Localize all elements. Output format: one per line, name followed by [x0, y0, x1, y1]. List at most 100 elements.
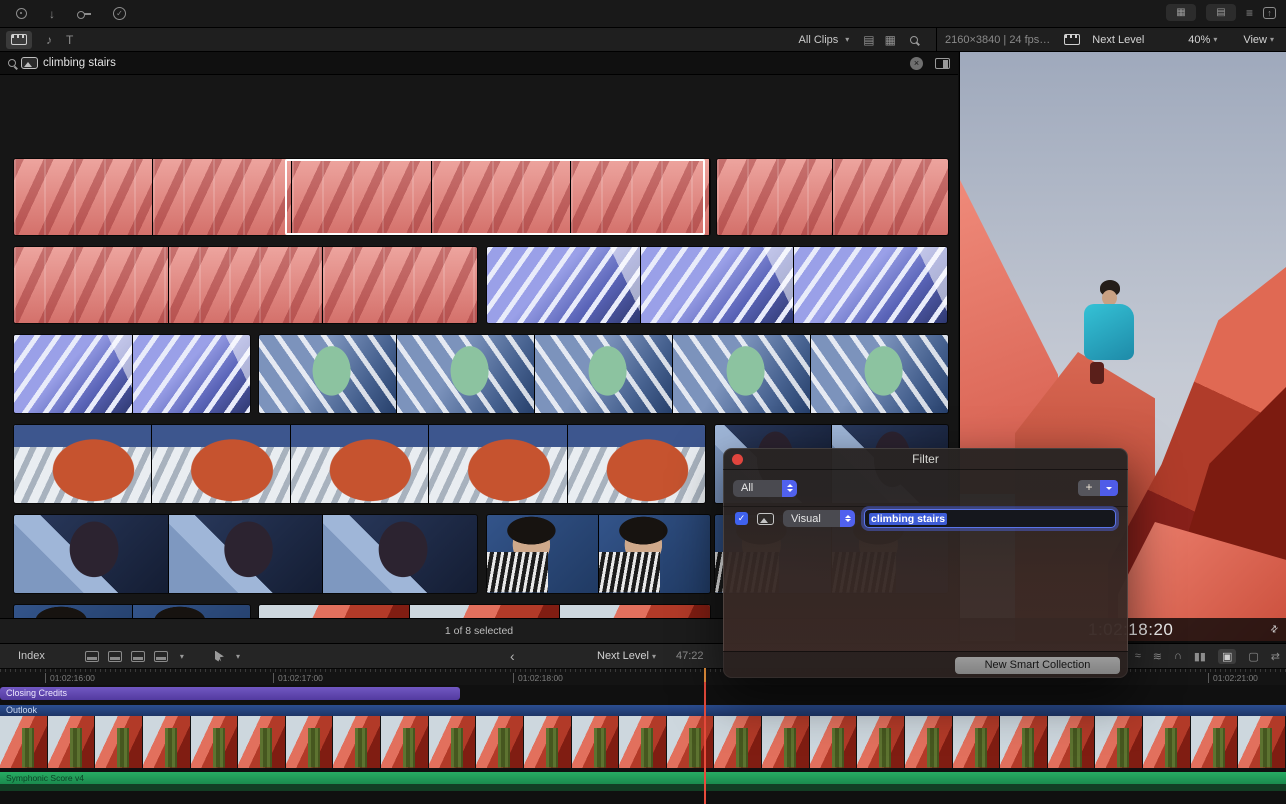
search-icon[interactable] [910, 36, 918, 44]
timeline-clip-frame [143, 716, 191, 768]
popup-stepper-icon [840, 510, 855, 527]
clip-filmstrip-redman[interactable] [14, 425, 705, 503]
filmstrip-view-button[interactable]: ▤ [863, 33, 874, 47]
search-query[interactable]: climbing stairs [43, 57, 116, 69]
connect-edit-icon[interactable] [85, 651, 99, 662]
viewer-view-popup[interactable]: View ▾ [1243, 34, 1274, 46]
viewer-image-person [1080, 280, 1138, 392]
audio-skimming-icon[interactable]: ≋ [1153, 650, 1162, 663]
chevron-down-icon[interactable]: ▾ [180, 652, 184, 661]
fit-icon[interactable]: ⇄ [1271, 650, 1280, 663]
chevron-down-icon[interactable]: ▾ [236, 652, 240, 661]
skimming-icon[interactable]: ≈ [1135, 650, 1141, 662]
clip-filmstrip-cacti[interactable] [259, 605, 710, 618]
share-icon[interactable]: ↑ [1263, 7, 1276, 19]
viewer-zoom-popup[interactable]: 40% ▾ [1188, 34, 1217, 46]
match-value: All [741, 482, 753, 494]
audio-meters-icon[interactable]: ▮▮ [1194, 650, 1206, 663]
key-icon[interactable] [77, 11, 91, 17]
clip-filmstrip-selfie[interactable] [487, 515, 710, 593]
check-circle-icon[interactable]: ✓ [113, 7, 126, 20]
timeline-clip-frame [953, 716, 1001, 768]
import-icon[interactable]: ↓ [49, 8, 55, 20]
clip-appearance-icon[interactable]: ▣ [1218, 649, 1236, 664]
clip-filmstrip-floral[interactable] [14, 515, 477, 593]
clip-frame [14, 159, 153, 235]
add-rule-chevron-button[interactable] [1100, 480, 1118, 496]
rule-enabled-checkbox[interactable]: ✓ [735, 512, 748, 525]
clip-filmstrip-blue[interactable] [14, 335, 250, 413]
timeline-project-name: Next Level [597, 650, 649, 662]
index-button[interactable]: Index [18, 650, 45, 662]
timeline-layout-button[interactable]: ▤ [1206, 4, 1236, 21]
ruler-timecode-label: 01:02:21:00 [1208, 673, 1258, 683]
monitor-icon[interactable]: ▢ [1248, 650, 1258, 663]
close-icon[interactable] [732, 454, 743, 465]
audio-waveform-body[interactable] [0, 784, 1286, 791]
titlebar: ↓ ✓ ▦ ▤ ≡ ↑ [0, 0, 1286, 28]
timeline-tracks: Closing Credits Outlook Symphonic Score … [0, 685, 1286, 804]
audio-clip-header[interactable]: Symphonic Score v4 [0, 772, 1286, 784]
timeline-clip-frame [381, 716, 429, 768]
outlook-filmstrip[interactable] [0, 716, 1286, 768]
filter-dialog[interactable]: Filter All + ✓ Visual climbing stairs [723, 448, 1128, 678]
browser-layout-button[interactable]: ▦ [1166, 4, 1196, 21]
clip-frame [487, 515, 599, 593]
add-rule-button[interactable]: + [1078, 480, 1100, 496]
expand-icon[interactable]: ⇅ [1268, 623, 1281, 636]
timeline-back-button[interactable]: ‹ [510, 648, 515, 664]
overwrite-edit-icon[interactable] [154, 651, 168, 662]
clip-filmstrip-pink[interactable] [717, 159, 948, 235]
clip-filmstrip-selfie[interactable] [14, 605, 250, 618]
select-tool-icon[interactable] [215, 651, 224, 662]
solo-headphones-icon[interactable]: ∩ [1174, 650, 1182, 662]
rule-text-selected: climbing stairs [869, 513, 947, 525]
clip-filmstrip-blue[interactable] [487, 247, 947, 323]
timeline-clip-frame [572, 716, 620, 768]
clip-filter-popup[interactable]: All Clips ▾ [799, 34, 850, 46]
clip-frame [152, 425, 290, 503]
timeline-clip-frame [905, 716, 953, 768]
clip-frame [14, 247, 169, 323]
new-smart-collection-button[interactable]: New Smart Collection [955, 657, 1120, 674]
grid-view-button[interactable]: ▦ [885, 33, 896, 47]
titles-generators-sidebar-icon[interactable]: T [66, 34, 73, 46]
timeline-project-popup[interactable]: Next Level ▾ [597, 650, 656, 662]
filter-window-button[interactable] [935, 58, 950, 69]
playhead[interactable] [704, 668, 706, 804]
search-clear-button[interactable]: × [910, 57, 923, 70]
clip-frame [133, 605, 251, 618]
match-popup[interactable]: All [733, 480, 797, 497]
rule-type-popup[interactable]: Visual [783, 510, 855, 527]
video-clip-header[interactable]: Outlook [0, 705, 1286, 716]
library-sidebar-button[interactable] [6, 31, 32, 49]
clip-frame [568, 425, 705, 503]
record-icon[interactable] [16, 8, 27, 19]
title-clip[interactable]: Closing Credits [0, 687, 460, 700]
clip-frame [169, 247, 324, 323]
clip-frame [14, 335, 133, 413]
timeline-clip-frame [1095, 716, 1143, 768]
selection-range[interactable] [285, 159, 705, 235]
clip-frame [14, 605, 133, 618]
clip-frame [811, 335, 948, 413]
timeline-clip-frame [619, 716, 667, 768]
clip-frame [153, 159, 292, 235]
insert-edit-icon[interactable] [108, 651, 122, 662]
timeline-clip-frame [48, 716, 96, 768]
timeline-clip-frame [1048, 716, 1096, 768]
timeline-duration: 47:22 [676, 650, 704, 662]
timeline-clip-frame [667, 716, 715, 768]
clip-frame [323, 247, 477, 323]
clip-filmstrip-greendress[interactable] [259, 335, 948, 413]
rule-text-field[interactable]: climbing stairs [864, 509, 1116, 528]
clip-frame [133, 335, 251, 413]
timeline-clip-frame [1143, 716, 1191, 768]
inspector-toggle-icon[interactable]: ≡ [1246, 7, 1253, 19]
photos-audio-sidebar-icon[interactable]: ♪ [46, 34, 52, 46]
clip-filmstrip-pink[interactable] [14, 247, 477, 323]
clip-filmstrip-pink[interactable] [14, 159, 710, 235]
person-shoe [1090, 362, 1104, 384]
search-icon[interactable] [8, 59, 16, 67]
append-edit-icon[interactable] [131, 651, 145, 662]
